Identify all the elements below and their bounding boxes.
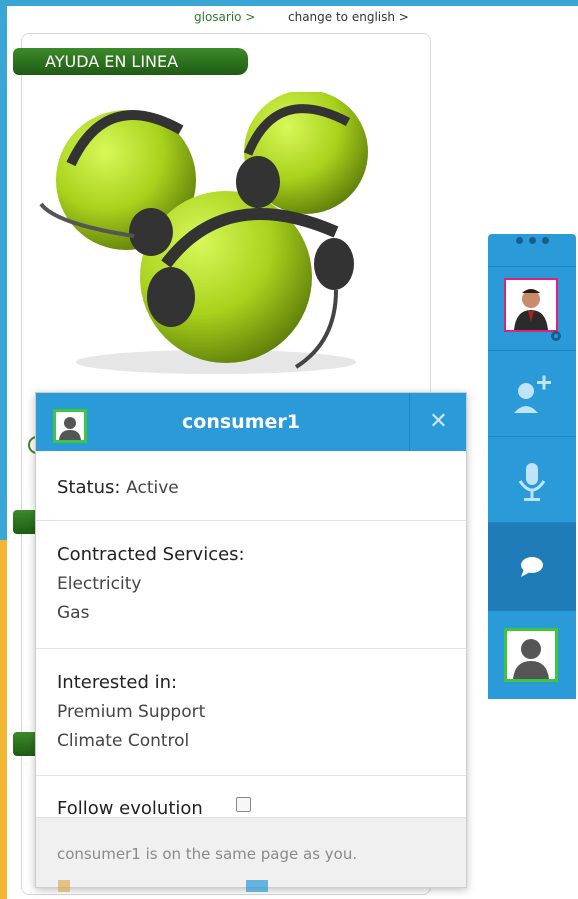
chat-button[interactable] <box>488 522 576 611</box>
window-frame-left-accent <box>0 540 7 899</box>
contracted-section: Contracted Services: Electricity Gas <box>36 521 466 649</box>
add-user-icon <box>514 375 551 413</box>
more-options-icon[interactable] <box>488 234 576 248</box>
language-link[interactable]: change to english > <box>288 10 409 24</box>
agent-avatar[interactable] <box>504 278 558 332</box>
gear-icon[interactable] <box>548 328 564 344</box>
consumer-popup: consumer1 ✕ Status: Active Contracted Se… <box>35 392 467 888</box>
user-icon <box>513 639 549 679</box>
window-frame-top <box>0 0 578 6</box>
chat-icon <box>521 557 543 577</box>
status-value: Active <box>126 478 179 498</box>
follow-label: Follow evolution <box>57 798 203 819</box>
add-user-button[interactable] <box>488 350 576 437</box>
popup-footer: consumer1 is on the same page as you. <box>36 817 466 887</box>
bottom-icon <box>246 880 268 892</box>
microphone-icon <box>518 463 546 501</box>
contracted-item: Electricity <box>57 574 142 594</box>
user-avatar[interactable] <box>504 628 558 682</box>
interested-item: Climate Control <box>57 731 190 751</box>
status-section: Status: Active <box>36 451 466 521</box>
follow-section: Follow evolution <box>36 776 466 819</box>
presence-message: consumer1 is on the same page as you. <box>57 845 358 863</box>
follow-checkbox[interactable] <box>236 797 251 812</box>
chat-dock <box>488 234 576 699</box>
help-ribbon: AYUDA EN LINEA <box>13 48 248 75</box>
interested-label: Interested in: <box>57 672 178 693</box>
user-icon <box>59 417 81 440</box>
window-frame-left <box>0 0 7 540</box>
headset-balls-illustration <box>39 92 368 374</box>
contracted-label: Contracted Services: <box>57 544 245 565</box>
microphone-button[interactable] <box>488 436 576 523</box>
close-button[interactable]: ✕ <box>409 393 466 451</box>
close-icon: ✕ <box>429 409 448 434</box>
interested-item: Premium Support <box>57 702 206 722</box>
bottom-icon <box>58 880 70 892</box>
interested-section: Interested in: Premium Support Climate C… <box>36 649 466 776</box>
popup-header: consumer1 ✕ <box>36 393 466 451</box>
status-label: Status: <box>57 477 121 498</box>
contracted-item: Gas <box>57 603 90 623</box>
consumer-avatar <box>53 409 87 443</box>
glossary-link[interactable]: glosario > <box>194 10 255 24</box>
popup-title: consumer1 <box>182 411 300 433</box>
top-links: glosario > change to english > <box>0 10 578 28</box>
